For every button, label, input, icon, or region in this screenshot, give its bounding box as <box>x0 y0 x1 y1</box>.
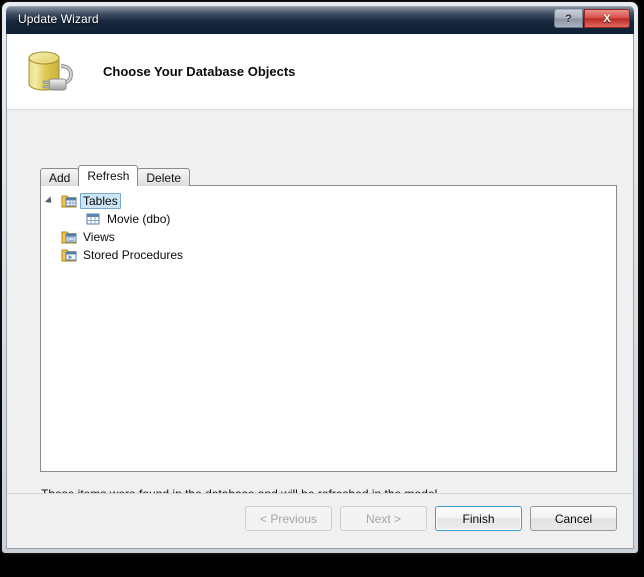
database-plug-icon <box>28 51 74 91</box>
close-button[interactable]: X <box>584 9 630 28</box>
tab-refresh[interactable]: Refresh <box>78 165 139 186</box>
title-bar[interactable]: Update Wizard ? X <box>6 6 634 34</box>
tree-node-stored-procedures[interactable]: Stored Procedures <box>41 246 616 264</box>
screen: Update Wizard ? X Choose Your Database O… <box>0 0 644 577</box>
next-button[interactable]: Next > <box>340 506 427 531</box>
tree-node-label: Movie (dbo) <box>107 212 171 226</box>
help-button[interactable]: ? <box>554 9 583 28</box>
wizard-button-group: < Previous Next > Finish Cancel <box>245 506 617 531</box>
tab-delete[interactable]: Delete <box>137 168 191 186</box>
tree-node-movie-dbo[interactable]: Movie (dbo) <box>41 210 616 228</box>
stored-procedures-folder-icon <box>61 249 77 262</box>
previous-button[interactable]: < Previous <box>245 506 332 531</box>
tables-folder-icon <box>61 195 77 208</box>
tree-node-label: Stored Procedures <box>83 248 184 262</box>
tree-node-label: Tables <box>80 193 121 209</box>
finish-button[interactable]: Finish <box>435 506 522 531</box>
update-wizard-window: Update Wizard ? X Choose Your Database O… <box>2 2 638 553</box>
footer-bar: < Previous Next > Finish Cancel <box>7 493 633 548</box>
page-title: Choose Your Database Objects <box>103 64 296 79</box>
views-folder-icon <box>61 231 77 244</box>
tab-add[interactable]: Add <box>40 168 80 186</box>
database-objects-tree[interactable]: Tables Movie (dbo) Views Stored Procedur… <box>40 185 617 472</box>
tree-node-views[interactable]: Views <box>41 228 616 246</box>
client-area: Choose Your Database Objects Add Refresh… <box>6 34 634 549</box>
tree-node-label: Views <box>83 230 115 244</box>
expander-collapse-icon[interactable] <box>44 196 55 206</box>
header-band: Choose Your Database Objects <box>7 34 633 110</box>
window-title: Update Wizard <box>18 12 99 26</box>
tab-strip: Add Refresh Delete <box>40 165 191 186</box>
cancel-button[interactable]: Cancel <box>530 506 617 531</box>
table-grid-icon <box>86 213 100 225</box>
caption-button-group: ? X <box>553 9 630 28</box>
tree-node-tables[interactable]: Tables <box>41 192 616 210</box>
